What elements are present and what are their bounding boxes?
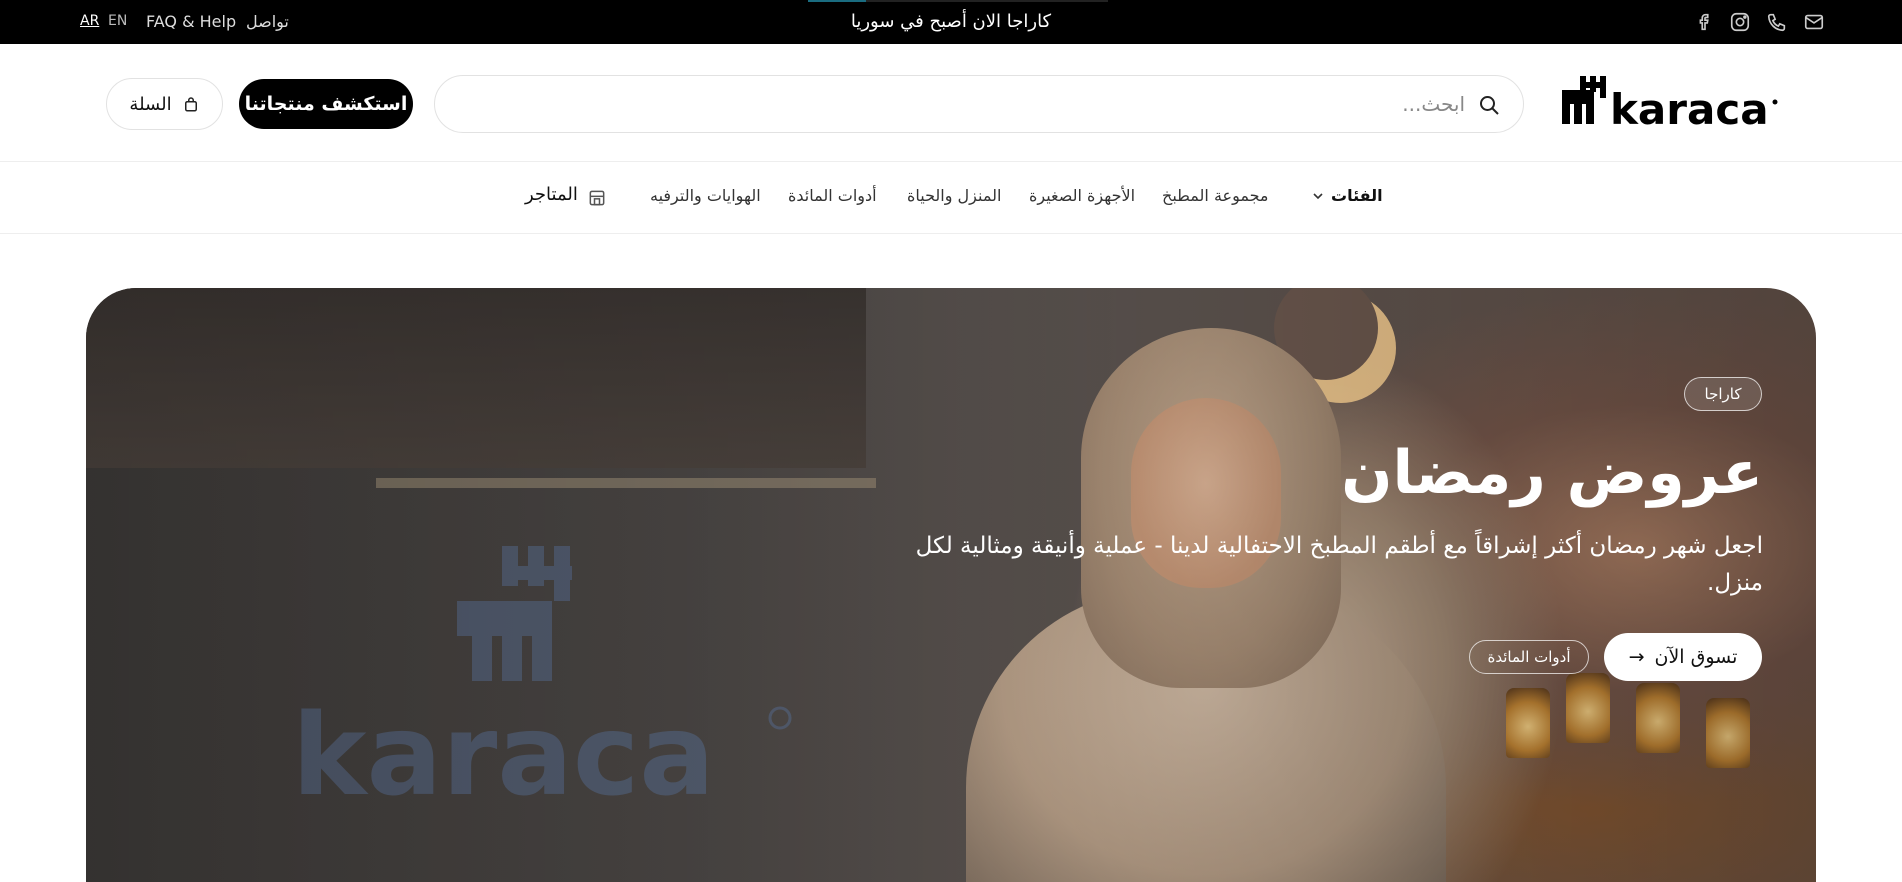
instagram-icon[interactable] [1729,11,1751,33]
hero-brand-badge: كاراجا [1684,377,1762,411]
hero-banner: karaca كاراجا عروض رمضان اجعل شهر رمضان … [86,288,1816,882]
nav-item-home-living[interactable]: المنزل والحياة [907,186,1001,205]
site-header: karaca استكشف منتجاتنا السلة [0,44,1902,162]
search-icon[interactable] [1477,93,1501,117]
phone-icon[interactable] [1766,11,1788,33]
store-icon[interactable] [587,188,607,208]
facebook-icon[interactable] [1694,11,1716,33]
tableware-button[interactable]: أدوات المائدة [1469,640,1589,674]
shop-now-button[interactable]: تسوق الآن → [1604,633,1762,681]
nav-item-tableware[interactable]: أدوات المائدة [788,186,877,205]
search-input[interactable] [565,90,1465,118]
logo-wordmark: karaca [1610,85,1769,132]
cart-label: السلة [129,93,172,115]
nav-item-hobbies[interactable]: الهوايات والترفيه [650,186,761,205]
nav-categories[interactable]: الفئات [1331,186,1383,205]
announcement-text: كاراجا الان أصبح في سوريا [850,11,1052,32]
hero-title: عروض رمضان [1341,438,1763,508]
chevron-down-icon[interactable] [1312,191,1324,201]
shop-now-label: تسوق الآن [1654,646,1738,668]
arrow-right-icon: → [1628,646,1645,668]
nav-stores[interactable]: المتاجر [525,184,578,205]
main-nav: الفئات مجموعة المطبخ الأجهزة الصغيرة الم… [0,162,1902,234]
nav-item-small-appliances[interactable]: الأجهزة الصغيرة [1029,186,1135,205]
mail-icon[interactable] [1802,11,1826,33]
announcement-bar: AR EN FAQ & Help تواصل كاراجا الان أصبح … [0,0,1902,44]
announcement-progress [808,0,1108,2]
cart-button[interactable]: السلة [106,78,223,130]
karaca-logo[interactable]: karaca [1562,76,1780,132]
explore-products-button[interactable]: استكشف منتجاتنا [239,79,413,129]
search-bar[interactable] [434,75,1524,133]
hero-description: اجعل شهر رمضان أكثر إشراقاً مع أطقم المط… [915,533,1763,596]
shopping-bag-icon [184,97,197,112]
nav-item-kitchen-set[interactable]: مجموعة المطبخ [1162,186,1268,205]
